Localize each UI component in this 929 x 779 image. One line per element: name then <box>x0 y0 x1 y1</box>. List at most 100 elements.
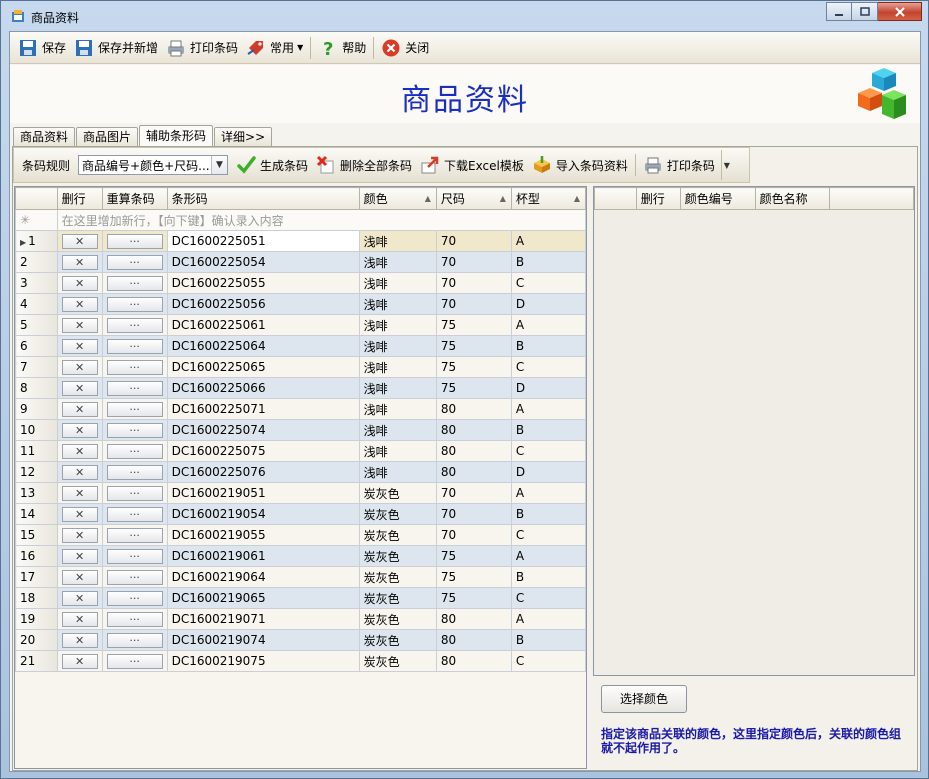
table-row[interactable]: 10 ✕ ··· DC1600225074 浅啡 80 B <box>15 419 587 441</box>
column-header-recalc[interactable]: 重算条码 <box>101 187 168 210</box>
recalc-barcode-button[interactable]: ··· <box>106 317 163 333</box>
row-number[interactable]: ▶ 1 <box>15 230 58 252</box>
row-number[interactable]: 19 <box>15 608 58 630</box>
title-bar[interactable]: 商品资料 <box>1 1 928 31</box>
color-cell[interactable]: 浅啡 <box>358 440 437 462</box>
barcode-cell[interactable]: DC1600219061 <box>166 545 360 567</box>
row-number[interactable]: 13 <box>15 482 58 504</box>
barcode-cell[interactable]: DC1600225065 <box>166 356 360 378</box>
row-number[interactable]: 6 <box>15 335 58 357</box>
size-cell[interactable]: 70 <box>435 503 512 525</box>
table-row[interactable]: 3 ✕ ··· DC1600225055 浅啡 70 C <box>15 272 587 294</box>
delete-row-button[interactable]: ✕ <box>61 485 98 501</box>
delete-row-button[interactable]: ✕ <box>61 611 98 627</box>
barcode-cell[interactable]: DC1600225054 <box>166 251 360 273</box>
cup-cell[interactable]: D <box>510 377 587 399</box>
new-row[interactable]: ✳ 在这里增加新行，【向下键】确认录入内容 <box>15 209 587 231</box>
row-number[interactable]: 7 <box>15 356 58 378</box>
recalc-barcode-button[interactable]: ··· <box>106 485 163 501</box>
color-cell[interactable]: 浅啡 <box>358 230 437 252</box>
column-header-delete[interactable]: 删行 <box>56 187 103 210</box>
row-number[interactable]: 12 <box>15 461 58 483</box>
delete-row-button[interactable]: ✕ <box>61 422 98 438</box>
chevron-down-icon[interactable]: ▼ <box>211 156 228 174</box>
save-button[interactable]: 保存 <box>14 35 70 61</box>
delete-all-barcodes-button[interactable]: 删除全部条码 <box>312 152 416 178</box>
download-excel-template-button[interactable]: 下载Excel模板 <box>416 152 528 178</box>
barcode-cell[interactable]: DC1600219074 <box>166 629 360 651</box>
recalc-barcode-button[interactable]: ··· <box>106 611 163 627</box>
save-and-new-button[interactable]: 保存并新增 <box>70 35 162 61</box>
cup-cell[interactable]: A <box>510 398 587 420</box>
row-number[interactable]: 2 <box>15 251 58 273</box>
color-cell[interactable]: 炭灰色 <box>358 524 437 546</box>
table-row[interactable]: 12 ✕ ··· DC1600225076 浅啡 80 D <box>15 461 587 483</box>
cup-cell[interactable]: A <box>510 314 587 336</box>
delete-row-button[interactable]: ✕ <box>61 233 98 249</box>
size-cell[interactable]: 75 <box>435 566 512 588</box>
recalc-barcode-button[interactable]: ··· <box>106 338 163 354</box>
row-number[interactable]: 18 <box>15 587 58 609</box>
color-cell[interactable]: 炭灰色 <box>358 608 437 630</box>
barcode-cell[interactable]: DC1600219051 <box>166 482 360 504</box>
row-number[interactable]: 9 <box>15 398 58 420</box>
cup-cell[interactable]: A <box>510 482 587 504</box>
barcode-cell[interactable]: DC1600225066 <box>166 377 360 399</box>
color-cell[interactable]: 炭灰色 <box>358 650 437 672</box>
table-row[interactable]: 20 ✕ ··· DC1600219074 炭灰色 80 B <box>15 629 587 651</box>
color-cell[interactable]: 浅啡 <box>358 293 437 315</box>
recalc-barcode-button[interactable]: ··· <box>106 359 163 375</box>
barcode-cell[interactable]: DC1600225076 <box>166 461 360 483</box>
cup-cell[interactable]: B <box>510 251 587 273</box>
delete-row-button[interactable]: ✕ <box>61 527 98 543</box>
row-number[interactable]: 3 <box>15 272 58 294</box>
table-row[interactable]: 11 ✕ ··· DC1600225075 浅啡 80 C <box>15 440 587 462</box>
color-cell[interactable]: 浅啡 <box>358 377 437 399</box>
color-cell[interactable]: 浅啡 <box>358 251 437 273</box>
table-row[interactable]: 6 ✕ ··· DC1600225064 浅啡 75 B <box>15 335 587 357</box>
close-window-button[interactable] <box>878 2 922 21</box>
barcode-cell[interactable]: DC1600225051 <box>166 230 360 252</box>
table-row[interactable]: 18 ✕ ··· DC1600219065 炭灰色 75 C <box>15 587 587 609</box>
tab-product-images[interactable]: 商品图片 <box>76 127 139 147</box>
tab-aux-barcode[interactable]: 辅助条形码 <box>139 125 214 147</box>
barcode-cell[interactable]: DC1600219055 <box>166 524 360 546</box>
cup-cell[interactable]: C <box>510 272 587 294</box>
recalc-barcode-button[interactable]: ··· <box>106 569 163 585</box>
delete-row-button[interactable]: ✕ <box>61 359 98 375</box>
recalc-barcode-button[interactable]: ··· <box>106 422 163 438</box>
recalc-barcode-button[interactable]: ··· <box>106 653 163 669</box>
recalc-barcode-button[interactable]: ··· <box>106 548 163 564</box>
size-cell[interactable]: 80 <box>435 461 512 483</box>
size-cell[interactable]: 75 <box>435 356 512 378</box>
row-number[interactable]: 15 <box>15 524 58 546</box>
generate-barcode-button[interactable]: 生成条码 <box>232 152 312 178</box>
delete-row-button[interactable]: ✕ <box>61 443 98 459</box>
recalc-barcode-button[interactable]: ··· <box>106 464 163 480</box>
recalc-barcode-button[interactable]: ··· <box>106 296 163 312</box>
barcode-cell[interactable]: DC1600219064 <box>166 566 360 588</box>
table-row[interactable]: ▶ 1 ✕ ··· DC1600225051 浅啡 70 A <box>15 230 587 252</box>
color-column-header-code[interactable]: 颜色编号 <box>679 187 756 210</box>
barcode-rule-select[interactable]: 商品编号+颜色+尺码... ▼ <box>78 155 229 175</box>
table-row[interactable]: 9 ✕ ··· DC1600225071 浅啡 80 A <box>15 398 587 420</box>
table-row[interactable]: 5 ✕ ··· DC1600225061 浅啡 75 A <box>15 314 587 336</box>
delete-row-button[interactable]: ✕ <box>61 464 98 480</box>
delete-row-button[interactable]: ✕ <box>61 401 98 417</box>
cup-cell[interactable]: C <box>510 440 587 462</box>
table-row[interactable]: 19 ✕ ··· DC1600219071 炭灰色 80 A <box>15 608 587 630</box>
print-barcode-button[interactable]: 打印条码 <box>162 35 242 61</box>
size-cell[interactable]: 70 <box>435 230 512 252</box>
color-cell[interactable]: 浅啡 <box>358 419 437 441</box>
size-cell[interactable]: 70 <box>435 251 512 273</box>
recalc-barcode-button[interactable]: ··· <box>106 527 163 543</box>
color-cell[interactable]: 炭灰色 <box>358 545 437 567</box>
size-cell[interactable]: 80 <box>435 629 512 651</box>
barcode-cell[interactable]: DC1600225056 <box>166 293 360 315</box>
cup-cell[interactable]: C <box>510 650 587 672</box>
table-row[interactable]: 16 ✕ ··· DC1600219061 炭灰色 75 A <box>15 545 587 567</box>
size-cell[interactable]: 75 <box>435 377 512 399</box>
delete-row-button[interactable]: ✕ <box>61 380 98 396</box>
row-number[interactable]: 14 <box>15 503 58 525</box>
row-number[interactable]: 17 <box>15 566 58 588</box>
